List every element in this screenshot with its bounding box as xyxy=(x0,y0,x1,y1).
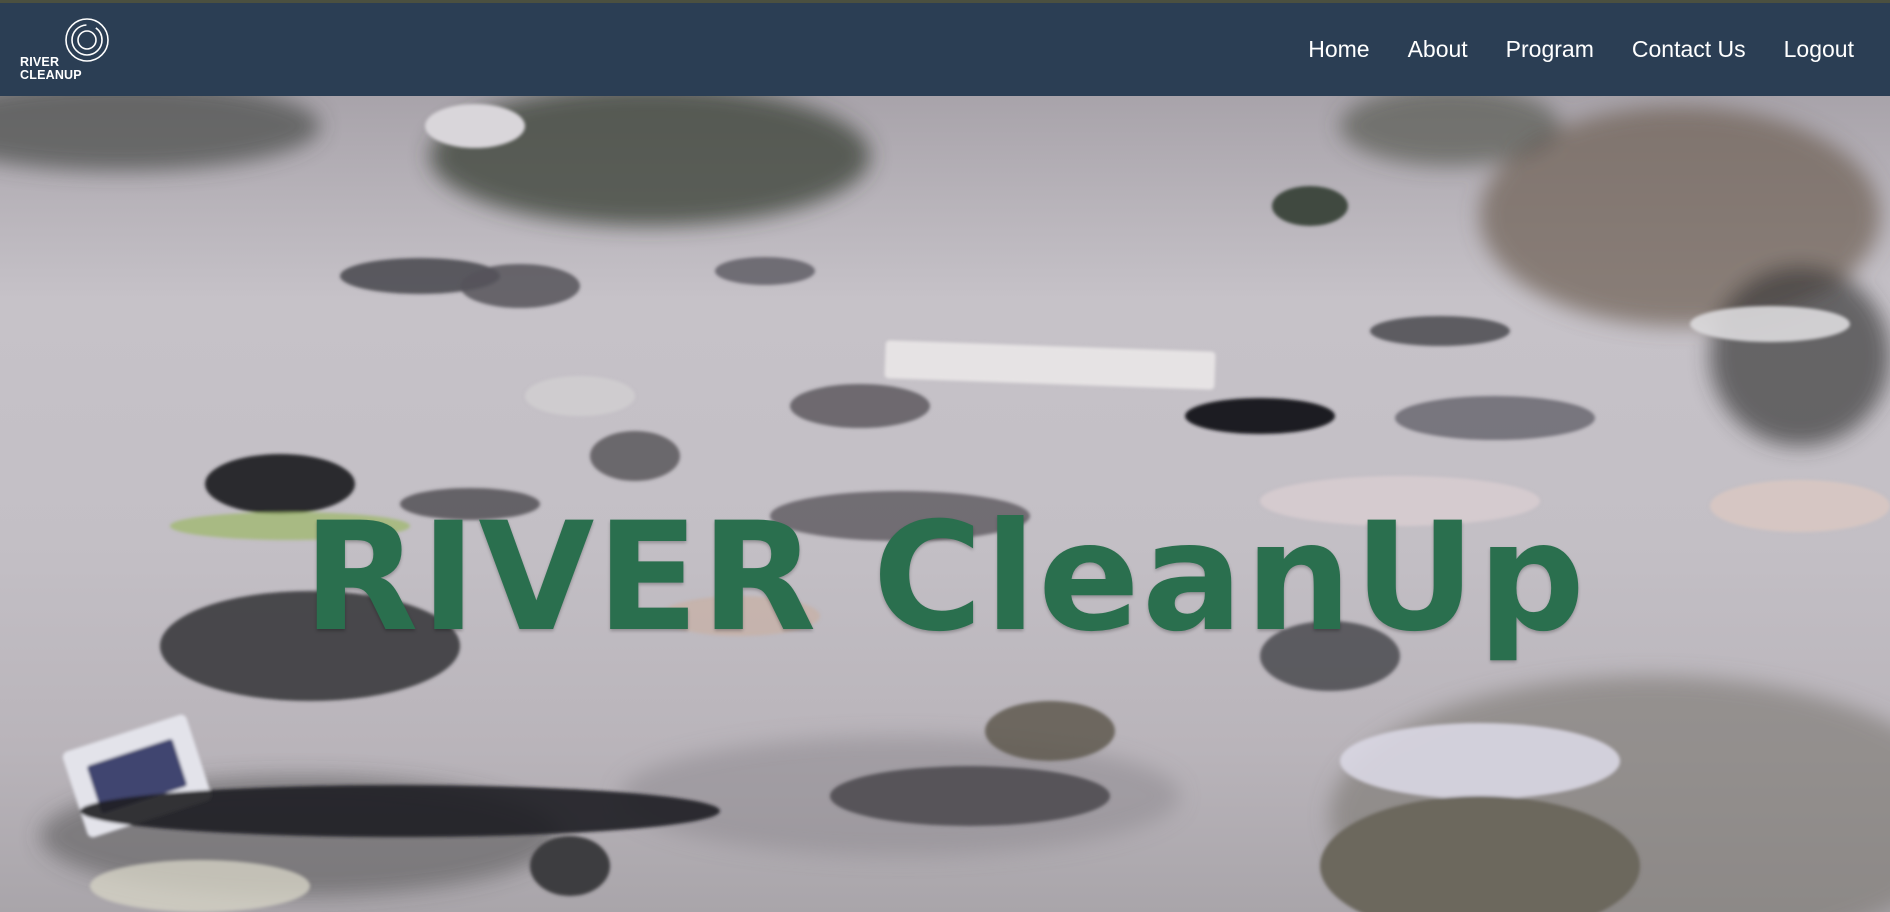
nav-about-link[interactable]: About xyxy=(1408,36,1468,63)
navbar: RIVER CLEANUP Home About Program Contact… xyxy=(0,3,1890,96)
page: RIVER CLEANUP Home About Program Contact… xyxy=(0,0,1890,912)
logo-text: RIVER CLEANUP xyxy=(20,56,82,82)
nav-logout-link[interactable]: Logout xyxy=(1784,36,1854,63)
nav-home-link[interactable]: Home xyxy=(1308,36,1369,63)
logo-text-line-2: CLEANUP xyxy=(20,68,82,82)
hero-section: RIVER CleanUp xyxy=(0,96,1890,912)
hero-title: RIVER CleanUp xyxy=(302,491,1587,665)
site-logo[interactable]: RIVER CLEANUP xyxy=(20,17,116,87)
nav-contact-us-link[interactable]: Contact Us xyxy=(1632,36,1746,63)
main-nav: Home About Program Contact Us Logout xyxy=(1270,3,1854,96)
nav-program-link[interactable]: Program xyxy=(1506,36,1594,63)
